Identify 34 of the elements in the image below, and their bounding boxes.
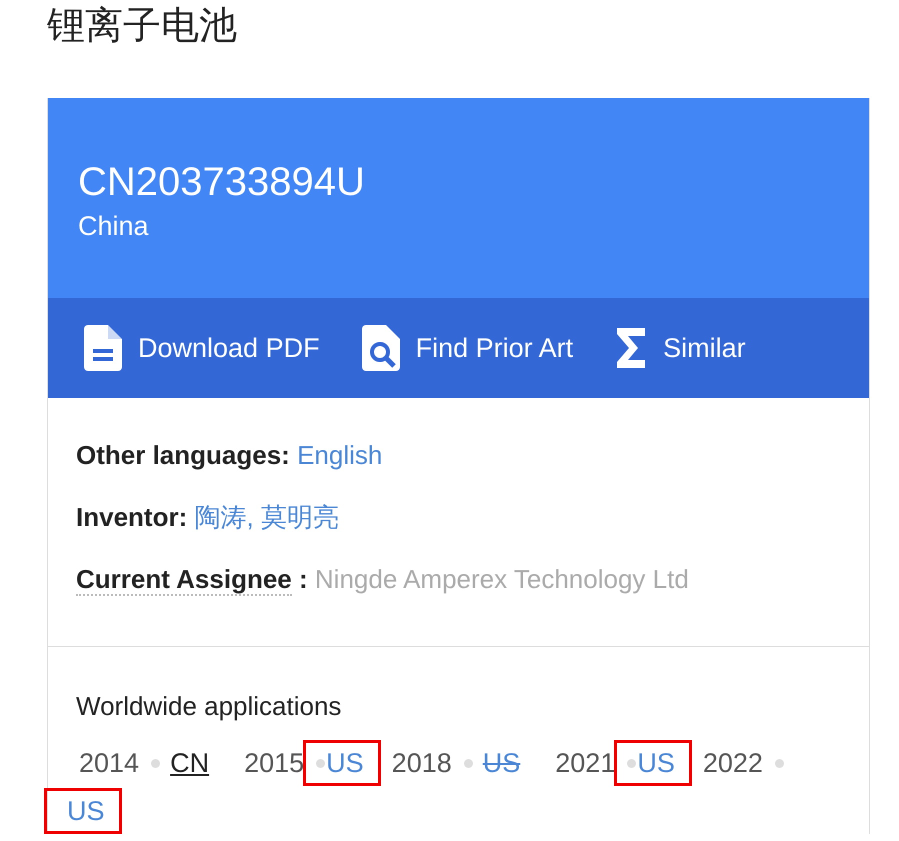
action-button[interactable]: Find Prior Art — [362, 325, 574, 371]
country-link[interactable]: US — [67, 796, 105, 826]
label-colon: : — [299, 564, 308, 594]
field-label: Current Assignee — [76, 564, 292, 596]
comma-text: , — [246, 502, 254, 532]
year-text: 2021 — [555, 747, 616, 779]
patent-country: China — [78, 210, 150, 243]
dot-icon — [627, 758, 636, 768]
field-label: Other languages: — [76, 440, 290, 470]
action-button[interactable]: Download PDF — [84, 325, 320, 371]
field-label: Inventor: — [76, 502, 188, 532]
document-icon — [84, 325, 122, 371]
year-text: 2022 — [702, 747, 763, 779]
page-title: 锂离子电池 — [47, 4, 238, 49]
year-text: 2014 — [79, 747, 140, 779]
action-button[interactable]: Similar — [615, 328, 746, 368]
section-heading: Worldwide applications — [76, 690, 342, 723]
dot-icon — [316, 758, 326, 768]
country-link[interactable]: US — [637, 748, 675, 778]
sigma-icon — [615, 328, 648, 368]
patent-number: CN203733894U — [78, 159, 366, 206]
year-text: 2018 — [392, 747, 452, 779]
search-document-icon — [362, 325, 400, 371]
country-link[interactable]: US — [326, 748, 364, 778]
dot-icon — [151, 758, 160, 768]
country-link[interactable]: US — [482, 748, 520, 778]
dot-icon — [464, 758, 473, 768]
value-link[interactable]: 陶涛 — [194, 502, 246, 532]
country-link[interactable]: CN — [170, 748, 210, 778]
dot-icon — [774, 758, 784, 768]
value-link[interactable]: 莫明亮 — [260, 502, 339, 532]
field-value: Ningde Amperex Technology Ltd — [314, 564, 689, 594]
value-link[interactable]: English — [297, 440, 382, 470]
year-text: 2015 — [244, 747, 304, 779]
